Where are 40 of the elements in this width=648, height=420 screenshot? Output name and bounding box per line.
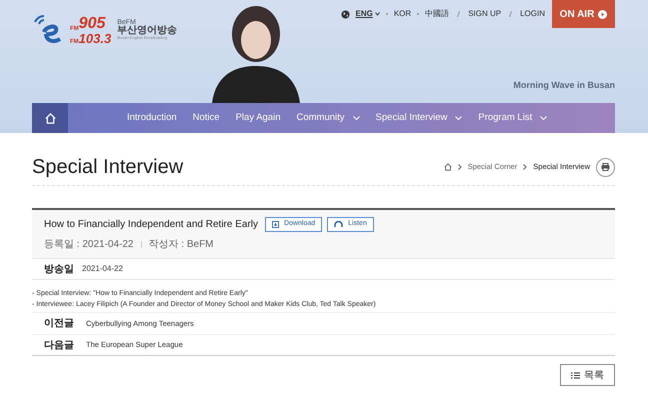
nav-item[interactable]: Introduction [127,110,177,126]
language-link[interactable]: KOR [394,8,412,20]
meta-text: 등록일 : 2021-04-22 [44,238,134,252]
row-label: 다음글 [43,338,75,352]
nav-item[interactable]: Community [296,110,360,126]
home-icon [44,112,56,124]
page-title: Special Interview [32,155,184,180]
nav-item[interactable]: Play Again [236,110,280,126]
language-link[interactable]: 中國語 [425,8,450,20]
list-icon [571,372,580,378]
chevron-right-icon [458,164,462,170]
list-button[interactable]: 목록 [560,364,615,386]
article-title: How to Financially Independent and Retire Early [44,218,258,232]
home-button[interactable] [32,103,68,133]
language-link[interactable]: ENG [356,8,380,20]
headphones-icon [334,221,344,228]
field-label: 방송일 [44,262,75,276]
frequency-text: 905 [78,16,106,32]
account-link[interactable]: LOGIN [520,8,545,20]
chevron-right-icon [523,164,528,170]
printer-icon [601,163,610,171]
row-label: 이전글 [43,317,75,331]
station-name: 부산영어방송 [117,26,178,36]
chevron-down-icon [455,116,462,120]
home-icon[interactable] [444,163,452,171]
program-title: Morning Wave in Busan [513,79,615,92]
frequency-text: 103.3 [78,32,112,45]
chevron-down-icon [374,12,380,16]
nav-item[interactable]: Program List [478,110,548,126]
field-value: 2021-04-22 [82,263,123,275]
print-button[interactable] [596,158,615,176]
play-icon [598,10,608,18]
nav-item[interactable]: Special Interview [376,110,462,126]
on-air-button[interactable]: ON AIR [552,0,615,28]
chevron-down-icon [540,116,548,120]
meta-text: 작성자 : BeFM [148,238,214,252]
nav-item[interactable]: Notice [192,110,220,126]
chevron-down-icon [352,116,360,120]
download-icon [272,221,280,228]
account-link[interactable]: SIGN UP [468,8,502,20]
